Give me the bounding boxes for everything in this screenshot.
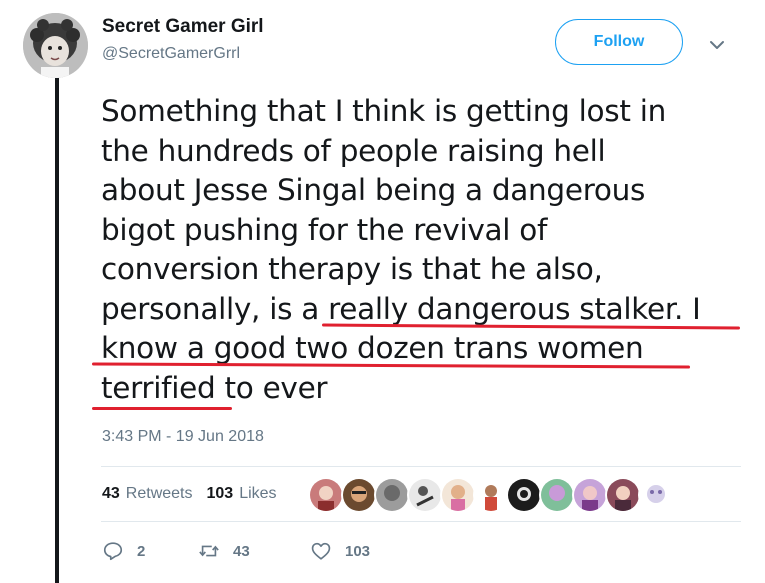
tweet-line: bigot pushing for the revival of — [101, 212, 548, 247]
like-count: 103 — [345, 542, 371, 560]
engagement-stats: 43 Retweets 103 Likes — [102, 485, 291, 503]
annotation-underline — [92, 407, 232, 410]
retweet-count: 43 — [233, 542, 250, 560]
likes-label: Likes — [239, 485, 277, 502]
tweet-line: terrified to ever — [101, 370, 328, 405]
liker-avatar[interactable] — [473, 477, 509, 513]
liker-avatar[interactable] — [440, 477, 476, 513]
divider — [101, 521, 741, 522]
liker-avatars — [308, 477, 674, 513]
avatar[interactable] — [23, 13, 88, 78]
tweet-line: personally, is a really dangerous stalke… — [101, 291, 701, 326]
follow-button[interactable]: Follow — [555, 19, 683, 65]
likes-count: 103 — [206, 485, 234, 502]
retweets-count: 43 — [102, 485, 120, 502]
tweet-line: Something that I think is getting lost i… — [101, 94, 666, 128]
tweet-text: Something that I think is getting lost i… — [101, 92, 741, 408]
likes-stat[interactable]: 103 Likes — [207, 485, 277, 503]
retweets-stat[interactable]: 43 Retweets — [102, 485, 193, 503]
divider — [101, 466, 741, 467]
tweet-line: conversion therapy is that he also, — [101, 252, 603, 286]
liker-avatar[interactable] — [638, 477, 674, 513]
thread-connector-line — [55, 74, 59, 583]
retweet-action[interactable]: 43 — [198, 540, 310, 562]
liker-avatar[interactable] — [308, 477, 344, 513]
tweet-line: the hundreds of people raising hell — [101, 133, 606, 168]
user-handle[interactable]: @SecretGamerGrrl — [102, 45, 240, 63]
chevron-down-icon[interactable] — [706, 34, 728, 56]
reply-action[interactable]: 2 — [102, 540, 198, 562]
retweets-label: Retweets — [125, 485, 193, 502]
tweet-actions: 2 43 103 — [102, 540, 370, 562]
liker-avatar[interactable] — [506, 477, 542, 513]
liker-avatar[interactable] — [341, 477, 377, 513]
avatar-image — [23, 13, 88, 78]
like-action[interactable]: 103 — [310, 540, 370, 562]
retweet-icon — [199, 545, 219, 557]
liker-avatar[interactable] — [374, 477, 410, 513]
liker-avatar[interactable] — [407, 477, 443, 513]
liker-avatar[interactable] — [572, 477, 608, 513]
reply-count: 2 — [137, 542, 146, 560]
display-name[interactable]: Secret Gamer Girl — [102, 16, 264, 38]
heart-icon — [311, 542, 331, 560]
liker-avatar[interactable] — [605, 477, 641, 513]
liker-avatar[interactable] — [539, 477, 575, 513]
reply-icon — [103, 542, 123, 561]
tweet-timestamp[interactable]: 3:43 PM - 19 Jun 2018 — [102, 428, 264, 446]
tweet-line: about Jesse Singal being a dangerous — [101, 173, 646, 207]
